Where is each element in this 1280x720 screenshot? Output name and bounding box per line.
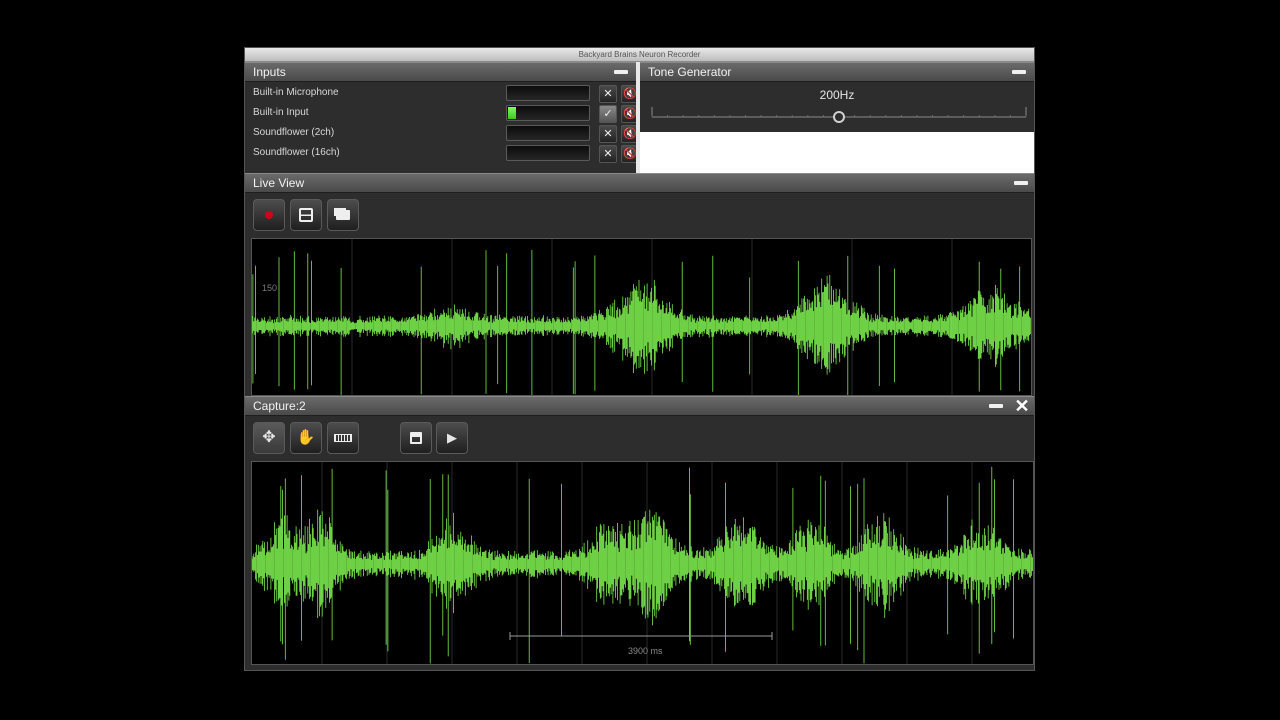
scalebar-label: 3900 ms (628, 646, 663, 656)
live-waveform (252, 239, 1031, 395)
inputs-panel-header: Inputs (245, 62, 636, 82)
window-titlebar[interactable]: Backyard Brains Neuron Recorder (245, 48, 1034, 62)
inputs-panel: Built-in Microphone ✕ 🔇 Built-in Input ✓… (245, 82, 639, 173)
speaker-mute-icon: 🔇 (623, 128, 637, 140)
capture-panel: ✥ ✋ ▶ 3900 ms (245, 416, 1034, 670)
input-row: Soundflower (16ch) ✕ 🔇 (253, 144, 639, 164)
inputs-minimize-button[interactable] (614, 70, 628, 74)
input-level-meter (506, 85, 590, 101)
live-view-header: Live View (245, 173, 1034, 193)
folder-icon (336, 209, 350, 220)
open-folder-button[interactable] (327, 199, 359, 231)
level-fill (508, 107, 516, 119)
input-device-name: Built-in Microphone (253, 87, 339, 98)
speaker-mute-icon: 🔇 (623, 148, 637, 160)
input-row: Built-in Microphone ✕ 🔇 (253, 84, 639, 104)
record-button[interactable] (253, 199, 285, 231)
tone-blank-area (640, 132, 1034, 173)
capture-header: Capture:2 ✕ (245, 396, 1034, 416)
capture-close-button[interactable]: ✕ (1014, 396, 1030, 416)
tone-generator-header: Tone Generator (640, 62, 1034, 82)
close-icon: ✕ (1014, 396, 1030, 416)
ruler-icon (334, 433, 352, 442)
hand-tool-button[interactable]: ✋ (290, 422, 322, 454)
scalebar (509, 632, 773, 640)
speaker-mute-icon: 🔇 (623, 88, 637, 100)
tone-minimize-button[interactable] (1012, 70, 1026, 74)
tone-generator-panel: 200Hz (640, 82, 1034, 132)
input-device-name: Built-in Input (253, 107, 309, 118)
input-row: Built-in Input ✓ 🔇 (253, 104, 639, 124)
split-view-button[interactable] (290, 199, 322, 231)
frequency-slider[interactable] (640, 82, 1034, 132)
disable-input-button[interactable]: ✕ (599, 125, 617, 143)
live-trace-display[interactable]: 150 (251, 238, 1032, 396)
input-level-meter (506, 145, 590, 161)
live-view-panel: 150 (245, 193, 1034, 396)
move-icon: ✥ (262, 429, 276, 446)
record-icon (265, 210, 273, 219)
disable-input-button[interactable]: ✕ (599, 145, 617, 163)
save-button[interactable] (400, 422, 432, 454)
split-view-icon (299, 207, 313, 222)
capture-title: Capture:2 (253, 399, 306, 413)
hand-icon: ✋ (296, 429, 316, 446)
input-device-name: Soundflower (16ch) (253, 147, 340, 158)
live-view-minimize-button[interactable] (1014, 181, 1028, 185)
play-icon: ▶ (447, 430, 457, 445)
capture-trace-display[interactable]: 3900 ms (251, 461, 1034, 665)
scale-label: 150 (262, 283, 278, 293)
enable-input-button[interactable]: ✓ (599, 105, 617, 123)
ruler-tool-button[interactable] (327, 422, 359, 454)
input-device-name: Soundflower (2ch) (253, 127, 335, 138)
disable-input-button[interactable]: ✕ (599, 85, 617, 103)
input-level-meter (506, 105, 590, 121)
slider-knob (833, 111, 845, 123)
capture-waveform (252, 462, 1033, 664)
inputs-panel-title: Inputs (253, 65, 286, 79)
play-button[interactable]: ▶ (436, 422, 468, 454)
capture-minimize-button[interactable] (989, 404, 1003, 408)
window-title: Backyard Brains Neuron Recorder (578, 50, 701, 59)
input-row: Soundflower (2ch) ✕ 🔇 (253, 124, 639, 144)
checkmark-icon: ✓ (603, 108, 613, 120)
move-tool-button[interactable]: ✥ (253, 422, 285, 454)
input-level-meter (506, 125, 590, 141)
save-icon (410, 431, 422, 444)
speaker-mute-icon: 🔇 (623, 108, 637, 120)
live-view-title: Live View (253, 176, 305, 190)
tone-generator-title: Tone Generator (648, 65, 732, 79)
panel-divider[interactable] (636, 62, 640, 173)
app-window: Backyard Brains Neuron Recorder Inputs B… (245, 48, 1034, 670)
